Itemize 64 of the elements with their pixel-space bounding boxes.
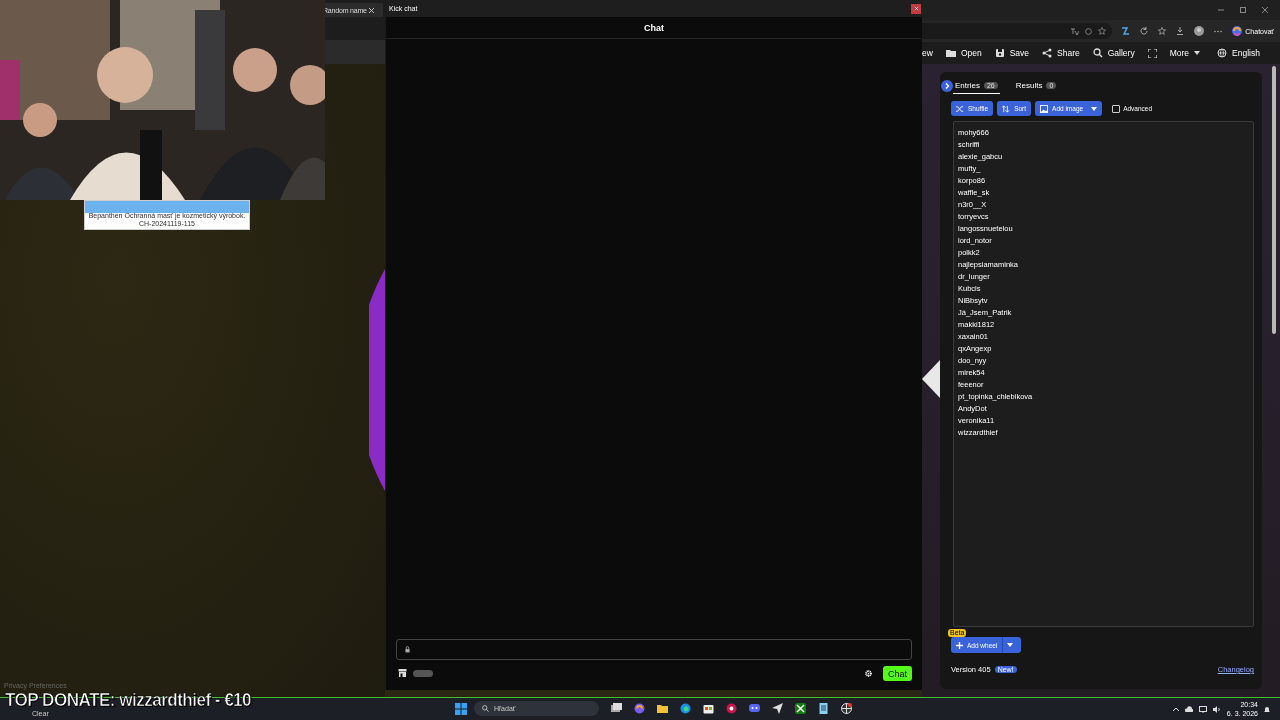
- search-icon: [482, 705, 489, 712]
- windows-icon[interactable]: [611, 703, 622, 714]
- caret-icon: [1194, 51, 1201, 55]
- globe-icon: [1217, 48, 1228, 58]
- menu-item[interactable]: Open: [945, 48, 982, 58]
- translate-icon[interactable]: [1071, 27, 1080, 35]
- folder-icon: [945, 48, 956, 58]
- close-icon: [368, 7, 374, 13]
- more-icon[interactable]: [1214, 29, 1223, 33]
- globe-icon[interactable]: [680, 703, 691, 714]
- save-icon: [994, 48, 1005, 58]
- search-icon: [1092, 48, 1103, 58]
- swirl-icon[interactable]: [634, 703, 645, 714]
- maximize-icon[interactable]: [1240, 7, 1246, 13]
- chevron-icon[interactable]: [941, 80, 953, 92]
- menu-item[interactable]: Save: [994, 48, 1030, 58]
- settings-icon[interactable]: [865, 669, 872, 677]
- favorites-icon[interactable]: [1158, 27, 1167, 35]
- menu-item[interactable]: Share: [1042, 48, 1080, 58]
- lock-icon: [405, 646, 410, 653]
- entries-field[interactable]: [953, 121, 1254, 627]
- caret-icon: [1007, 643, 1014, 647]
- notepad-icon[interactable]: [818, 703, 829, 714]
- download-icon[interactable]: [1176, 27, 1185, 35]
- chat-send-button[interactable]: Chat: [883, 665, 912, 681]
- refresh-icon[interactable]: [1140, 27, 1149, 35]
- folder-icon[interactable]: [657, 703, 668, 714]
- caret-icon[interactable]: [1172, 707, 1179, 711]
- chat-header: Chat: [644, 22, 664, 33]
- menu-item[interactable]: Gallery: [1092, 48, 1135, 58]
- pill-icon: [413, 669, 433, 677]
- pointer-icon: [922, 360, 940, 398]
- close-button[interactable]: [911, 3, 921, 14]
- paper-plane-icon[interactable]: [772, 703, 783, 714]
- star-icon[interactable]: [1098, 27, 1107, 35]
- close-icon[interactable]: [1262, 7, 1268, 13]
- bell-icon[interactable]: [1264, 705, 1270, 713]
- close-icon: [913, 6, 919, 11]
- share-icon: [1042, 48, 1053, 58]
- fullscreen-icon[interactable]: [1147, 48, 1157, 58]
- start-icon[interactable]: [455, 702, 467, 715]
- image-icon: [1040, 104, 1049, 113]
- speaker-icon[interactable]: [1212, 705, 1221, 713]
- message-field[interactable]: [396, 639, 912, 660]
- x-icon[interactable]: [795, 703, 806, 714]
- cloud-icon[interactable]: [1184, 706, 1193, 712]
- store-icon[interactable]: [398, 669, 407, 677]
- shuffle-icon: [956, 104, 964, 113]
- scrollbar[interactable]: [1272, 66, 1276, 334]
- chat-bubble-icon[interactable]: [749, 703, 760, 714]
- circle-icon[interactable]: [726, 703, 737, 714]
- swirl-icon: [1232, 26, 1243, 36]
- caret-icon: [1091, 106, 1098, 111]
- bag-icon[interactable]: [703, 703, 714, 714]
- menu-item[interactable]: English: [1217, 48, 1260, 58]
- plus-icon: [956, 641, 963, 649]
- avatar-icon[interactable]: [1194, 26, 1205, 36]
- extension-icon[interactable]: [1122, 27, 1131, 35]
- wheel-icon[interactable]: [841, 703, 852, 714]
- menu-item[interactable]: ew: [922, 48, 933, 58]
- sort-icon: [1002, 104, 1011, 113]
- menu-item[interactable]: More: [1169, 48, 1201, 58]
- checkbox[interactable]: [1112, 104, 1121, 113]
- toolbar-background: [325, 40, 385, 64]
